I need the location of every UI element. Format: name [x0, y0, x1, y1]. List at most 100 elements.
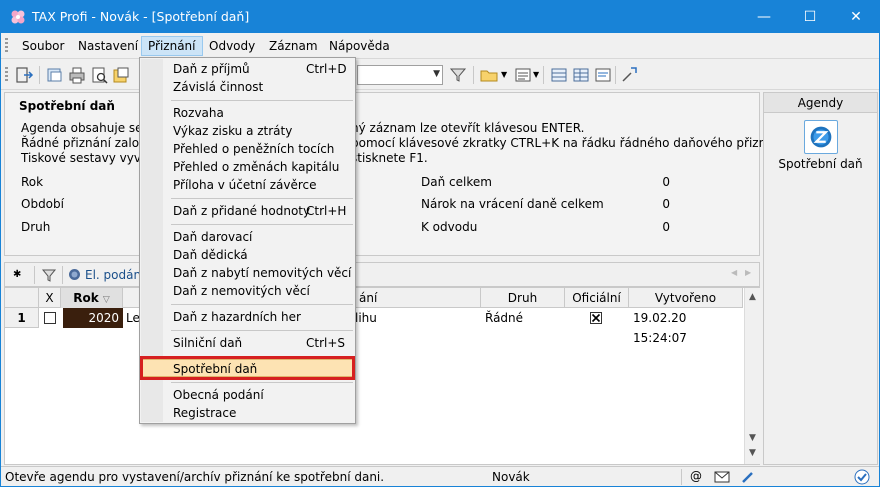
menu-soubor[interactable]: Soubor — [16, 36, 70, 56]
toolbar-separator — [62, 266, 63, 284]
menu-odvody[interactable]: Odvody — [203, 36, 261, 56]
field-value-dan-celkem: 0 — [662, 175, 670, 189]
filter-icon[interactable]: ▽ — [103, 295, 110, 305]
table-icon[interactable] — [549, 65, 569, 85]
toolbar: ▼ ▼ ▼ — [1, 60, 879, 90]
menu-item-dan-z-nemovitych-veci[interactable]: Daň z nemovitých věcí — [142, 282, 353, 300]
help-icon[interactable] — [619, 65, 639, 85]
menu-separator — [171, 382, 353, 383]
print-preview-icon[interactable] — [89, 65, 109, 85]
mail-icon[interactable] — [714, 470, 730, 484]
agendy-item-spotrebni-dan[interactable]: Spotřební daň — [764, 157, 877, 171]
table-row[interactable]: 1 2020 Led lihu Řádné 19.02.20 15:24:07 — [5, 308, 743, 345]
filter-icon[interactable] — [448, 65, 468, 85]
open-icon[interactable] — [45, 65, 65, 85]
status-text: Otevře agendu pro vystavení/archív přizn… — [5, 470, 385, 484]
menu-item-dan-z-prijmu[interactable]: Daň z příjmů Ctrl+D — [142, 60, 353, 78]
column-header-x[interactable]: X — [39, 288, 61, 308]
filter-combo[interactable]: ▼ — [357, 65, 443, 85]
list-icon[interactable] — [513, 65, 533, 85]
column-header-druh[interactable]: Druh — [481, 288, 565, 308]
menu-item-dan-darovaci[interactable]: Daň darovací — [142, 228, 353, 246]
menu-item-dan-dedicka[interactable]: Daň dědická — [142, 246, 353, 264]
menu-item-label: Příloha v účetní závěrce — [173, 178, 317, 192]
menu-item-label: Registrace — [173, 406, 237, 420]
toolbar-grip[interactable] — [5, 67, 8, 83]
scroll-end-icon[interactable]: ▼ — [749, 448, 756, 458]
close-button[interactable]: ✕ — [833, 1, 879, 33]
field-value-k-odvodu: 0 — [662, 220, 670, 234]
toolbar-separator — [473, 66, 474, 84]
vertical-scrollbar[interactable]: ▲ ▼ ▼ — [744, 288, 760, 464]
column-header-rok[interactable]: Rok ▽ — [61, 288, 123, 308]
menu-item-label: Daň z příjmů — [173, 62, 250, 76]
field-value-narok: 0 — [662, 197, 670, 211]
filter-icon[interactable] — [41, 267, 57, 283]
menu-zaznam[interactable]: Záznam — [263, 36, 324, 56]
menu-nastaveni[interactable]: Nastavení — [72, 36, 144, 56]
menu-napoveda[interactable]: Nápověda — [323, 36, 396, 56]
column-header-vytvoreno[interactable]: Vytvořeno — [629, 288, 743, 308]
menu-item-registrace[interactable]: Registrace — [142, 404, 353, 422]
row-checkbox-cell[interactable] — [39, 308, 61, 328]
print-icon[interactable] — [67, 65, 87, 85]
chevron-down-icon[interactable]: ▼ — [501, 70, 507, 79]
menu-item-shortcut: Ctrl+H — [306, 204, 347, 218]
menu-item-label: Přehled o peněžních tocích — [173, 142, 335, 156]
menu-item-silnicni-dan[interactable]: Silniční daň Ctrl+S — [142, 334, 353, 352]
status-bar: Otevře agendu pro vystavení/archív přizn… — [1, 466, 879, 486]
menu-item-label: Závislá činnost — [173, 80, 264, 94]
title-bar: TAX Profi - Novák - [Spotřební daň] — ☐ … — [1, 1, 879, 33]
menu-item-label: Daň dědická — [173, 248, 248, 262]
grid-icon[interactable] — [571, 65, 591, 85]
globe-icon — [69, 269, 80, 280]
report-icon[interactable] — [593, 65, 613, 85]
el-podani-button[interactable]: El. podání — [85, 265, 144, 285]
export-icon[interactable] — [111, 65, 131, 85]
scroll-up-icon[interactable]: ▲ — [749, 292, 756, 302]
menu-item-priloha[interactable]: Příloha v účetní závěrce — [142, 176, 353, 194]
column-header-rownum — [5, 288, 39, 308]
chevron-left-icon[interactable]: ◀ — [731, 268, 737, 277]
maximize-button[interactable]: ☐ — [787, 1, 833, 33]
menu-item-label: Daň z nemovitých věcí — [173, 284, 310, 298]
menu-item-prehled-zmeny-kapitalu[interactable]: Přehled o změnách kapitálu — [142, 158, 353, 176]
info-line: Agenda obsahuje sezn — [21, 121, 157, 135]
status-separator — [681, 469, 682, 485]
check-circle-icon[interactable] — [854, 469, 870, 485]
highlight-annotation-frame — [140, 356, 355, 380]
asterisk-button[interactable]: ✱ — [13, 265, 21, 285]
column-header-oficialni[interactable]: Oficiální — [565, 288, 629, 308]
toolbar-separator — [34, 266, 35, 284]
menu-item-label: Daň z hazardních her — [173, 310, 301, 324]
chevron-right-icon[interactable]: ▶ — [745, 268, 751, 277]
chevron-down-icon[interactable]: ▼ — [533, 70, 539, 79]
exit-icon[interactable] — [14, 65, 34, 85]
menu-item-prehled-penezni-toky[interactable]: Přehled o peněžních tocích — [142, 140, 353, 158]
field-label-rok: Rok — [21, 175, 44, 189]
menu-item-zavisla-cinnost[interactable]: Závislá činnost — [142, 78, 353, 96]
app-window: TAX Profi - Novák - [Spotřební daň] — ☐ … — [0, 0, 880, 487]
excise-tax-agenda-icon[interactable] — [804, 120, 838, 154]
menu-item-obecna-podani[interactable]: Obecná podání — [142, 386, 353, 404]
menu-item-shortcut: Ctrl+S — [306, 336, 346, 350]
row-checkbox[interactable] — [44, 312, 56, 324]
info-line: stisknete F1. — [351, 151, 428, 165]
menu-item-dan-z-hazardnich-her[interactable]: Daň z hazardních her — [142, 308, 353, 326]
pen-icon[interactable] — [741, 470, 755, 484]
menu-priznani[interactable]: Přiznání — [141, 36, 203, 56]
menu-item-dph[interactable]: Daň z přidané hodnoty Ctrl+H — [142, 202, 353, 220]
menu-item-rozvaha[interactable]: Rozvaha — [142, 104, 353, 122]
menu-item-dan-z-nabyti[interactable]: Daň z nabytí nemovitých věcí — [142, 264, 353, 282]
menu-item-label: Daň z přidané hodnoty — [173, 204, 311, 218]
minimize-button[interactable]: — — [741, 1, 787, 33]
menu-separator — [171, 198, 353, 199]
menu-item-vykaz-zisku[interactable]: Výkaz zisku a ztráty — [142, 122, 353, 140]
field-label-k-odvodu: K odvodu — [421, 220, 478, 234]
scroll-down-icon[interactable]: ▼ — [749, 433, 756, 443]
folder-icon[interactable] — [479, 65, 499, 85]
menu-item-label: Daň darovací — [173, 230, 253, 244]
row-rok: 2020 — [63, 308, 123, 328]
menubar-grip[interactable] — [5, 38, 8, 54]
at-sign-icon[interactable]: @ — [690, 469, 702, 483]
